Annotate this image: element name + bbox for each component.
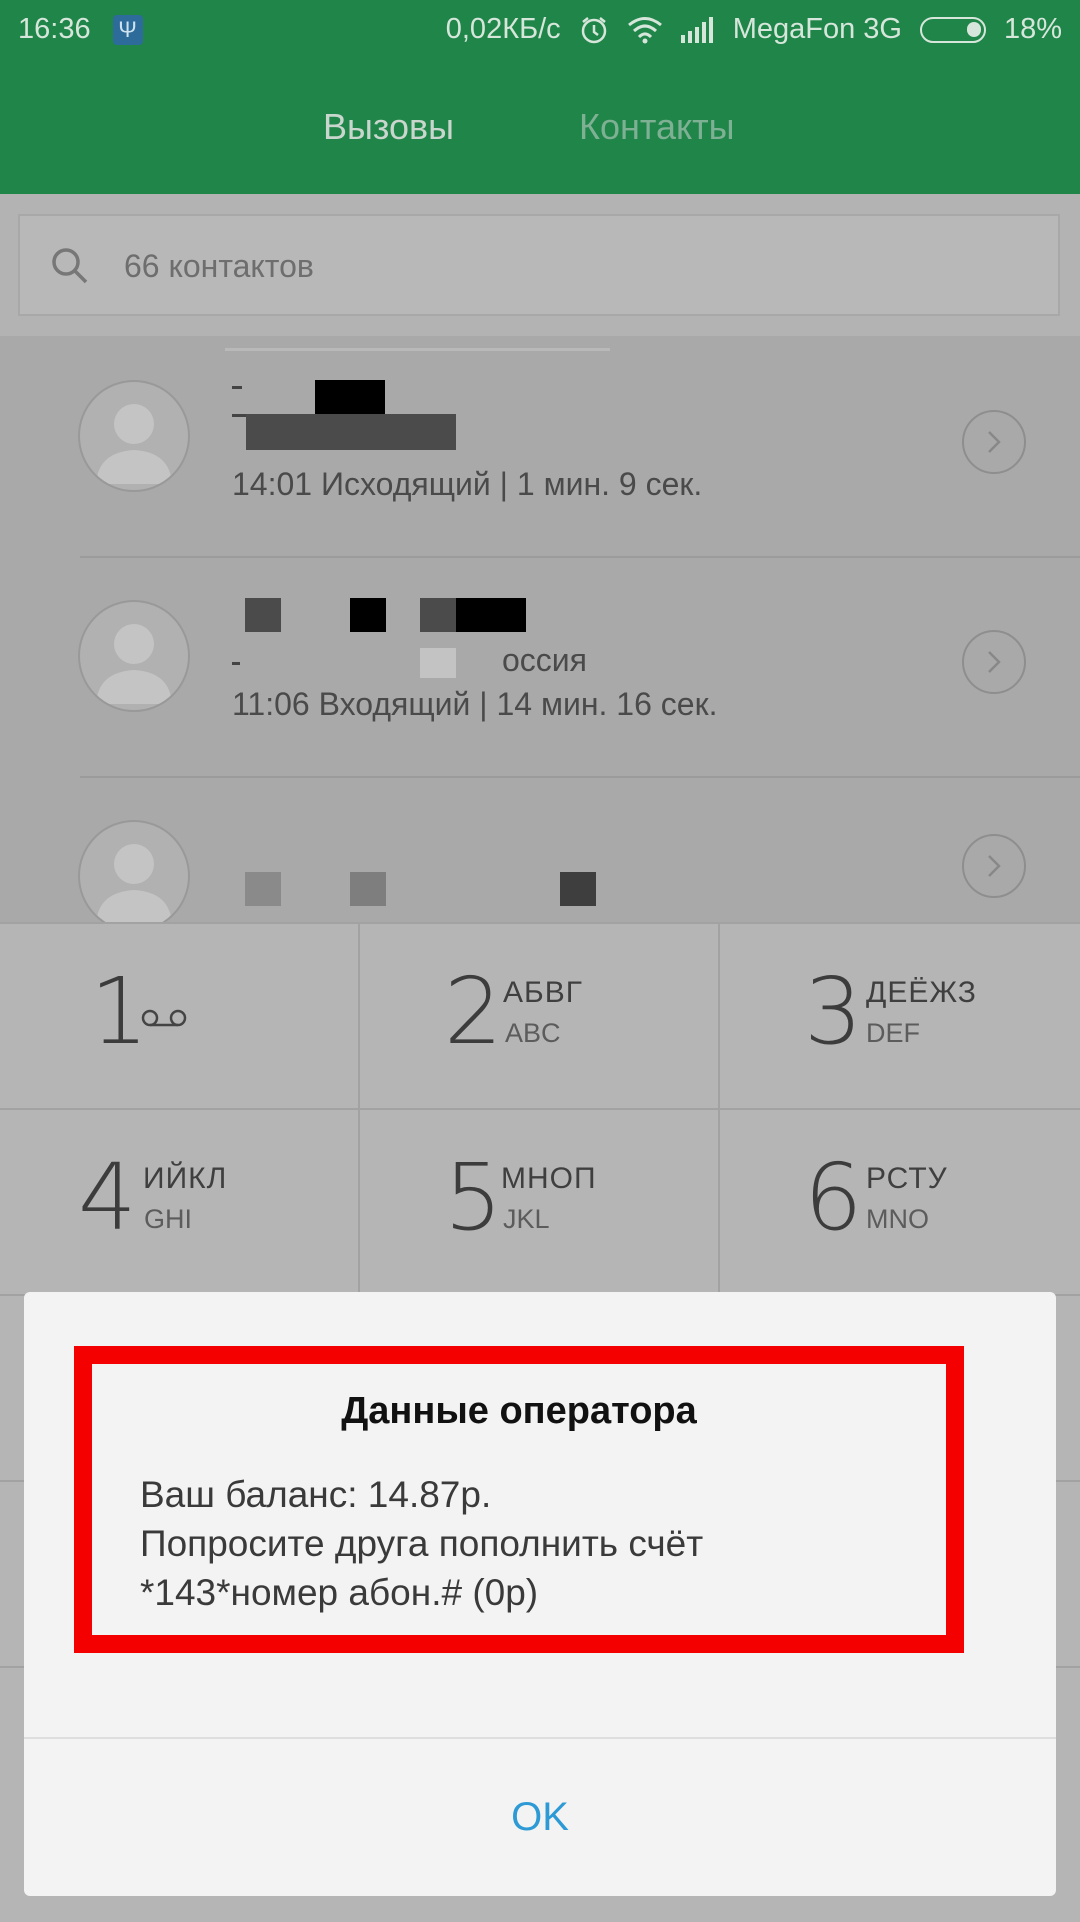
search-input[interactable]: 66 контактов [18, 214, 1060, 316]
voicemail-icon [141, 1009, 187, 1027]
key-letters-ru: РСТУ [866, 1162, 948, 1195]
search-placeholder: 66 контактов [124, 248, 314, 284]
battery-percent: 18% [1003, 13, 1062, 45]
message-line: Попросите друга пополнить счёт [140, 1523, 704, 1564]
message-line: *143*номер абон.# (0р) [140, 1572, 539, 1613]
call-location: оссия [502, 642, 587, 678]
avatar [78, 380, 190, 492]
avatar [78, 600, 190, 712]
carrier-name: MegaFon 3G [732, 13, 902, 45]
key-digit: 3 [804, 958, 863, 1065]
person-icon [96, 624, 172, 704]
balance-line: Ваш баланс: 14.87р. [140, 1474, 492, 1515]
key-letters-ru: ИЙКЛ [143, 1162, 228, 1195]
call-list: 14:01 Исходящий | 1 мин. 9 сек. оссия 11… [0, 336, 1080, 922]
key-digit: 5 [444, 1144, 503, 1251]
key-digit: 4 [78, 1144, 137, 1251]
dial-key-3[interactable]: 3 ДЕЁЖЗ DEF [720, 924, 1080, 1110]
key-letters-en: DEF [866, 1018, 920, 1048]
chevron-right-icon [988, 431, 1001, 453]
header-tabs: Вызовы Контакты [0, 64, 1080, 194]
call-row[interactable] [0, 776, 1080, 922]
call-details-button[interactable] [962, 410, 1026, 474]
call-details-button[interactable] [962, 834, 1026, 898]
network-speed: 0,02КБ/с [445, 13, 561, 45]
chevron-right-icon [988, 855, 1001, 877]
dial-key-4[interactable]: 4 ИЙКЛ GHI [0, 1110, 360, 1296]
avatar [78, 820, 190, 922]
alarm-icon [581, 16, 606, 43]
key-letters-en: GHI [144, 1204, 193, 1234]
operator-dialog: Данные оператора Ваш баланс: 14.87р. Поп… [24, 1292, 1056, 1896]
key-letters-ru: ДЕЁЖЗ [866, 976, 977, 1009]
person-icon [96, 404, 172, 484]
status-bar: 16:36 Ψ 0,02КБ/с MegaFon 3G 18% [0, 0, 1080, 64]
key-letters-ru: АБВГ [503, 976, 583, 1009]
call-row[interactable]: 14:01 Исходящий | 1 мин. 9 сек. [0, 336, 1080, 556]
battery-icon [919, 16, 986, 43]
key-digit: 2 [444, 958, 503, 1065]
wifi-icon [627, 16, 662, 43]
tab-contacts[interactable]: Контакты [579, 106, 735, 148]
dial-key-1[interactable]: 1 [0, 924, 360, 1110]
call-details-button[interactable] [962, 630, 1026, 694]
dialog-title: Данные оператора [341, 1390, 697, 1432]
tab-calls[interactable]: Вызовы [323, 106, 454, 148]
ok-button[interactable]: OK [24, 1739, 1056, 1896]
key-letters-en: ABC [505, 1018, 561, 1048]
search-icon [52, 248, 88, 284]
key-letters-en: JKL [503, 1204, 550, 1234]
dial-key-6[interactable]: 6 РСТУ MNO [720, 1110, 1080, 1296]
dialog-message: Ваш баланс: 14.87р. Попросите друга попо… [140, 1470, 703, 1617]
key-letters-ru: МНОП [501, 1162, 597, 1195]
dial-key-5[interactable]: 5 МНОП JKL [360, 1110, 720, 1296]
status-time: 16:36 [18, 13, 91, 45]
chevron-right-icon [988, 651, 1001, 673]
call-list-area: 66 контактов 14:01 Исходящий | 1 мин. 9 … [0, 194, 1080, 922]
call-row[interactable]: оссия 11:06 Входящий | 14 мин. 16 сек. [0, 556, 1080, 776]
key-digit: 6 [804, 1144, 863, 1251]
call-detail: 14:01 Исходящий | 1 мин. 9 сек. [232, 466, 703, 502]
dial-key-2[interactable]: 2 АБВГ ABC [360, 924, 720, 1110]
message-highlight-frame: Данные оператора Ваш баланс: 14.87р. Поп… [74, 1346, 964, 1653]
person-icon [96, 844, 172, 922]
key-letters-en: MNO [866, 1204, 929, 1234]
signal-icon [680, 16, 713, 43]
usb-icon: Ψ [112, 14, 143, 45]
call-detail: 11:06 Входящий | 14 мин. 16 сек. [232, 686, 718, 722]
